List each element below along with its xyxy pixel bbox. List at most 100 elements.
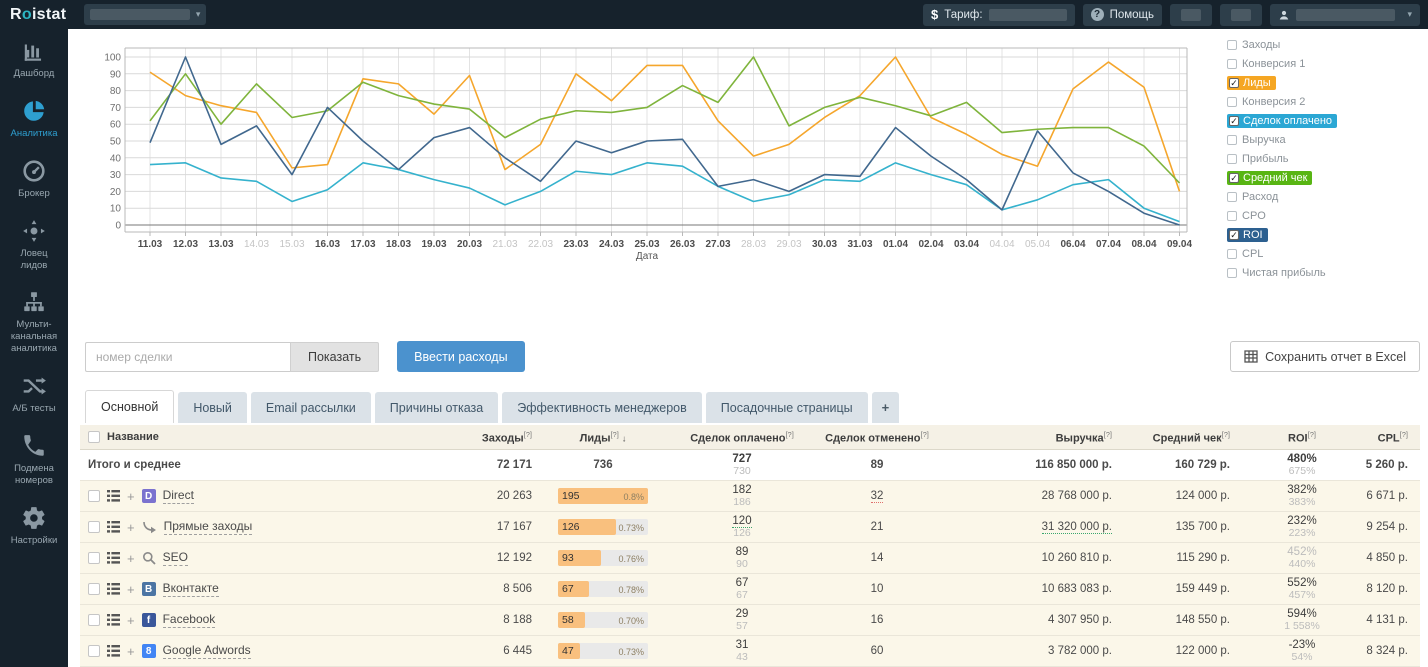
legend-checkbox[interactable] xyxy=(1227,154,1237,164)
cancelled-value: 60 xyxy=(871,645,884,657)
legend-item-Выручка[interactable]: Выручка xyxy=(1227,134,1422,146)
sidebar-item-multichannel[interactable]: Мульти- канальная аналитика xyxy=(0,280,68,364)
revenue-cell: 116 850 000 р. xyxy=(952,459,1132,471)
legend-checkbox[interactable] xyxy=(1227,192,1237,202)
legend-checkbox[interactable] xyxy=(1227,40,1237,50)
expand-row-button[interactable]: + xyxy=(127,489,135,504)
row-checkbox[interactable] xyxy=(88,552,100,564)
deal-number-input[interactable] xyxy=(85,342,290,372)
expand-row-button[interactable]: + xyxy=(127,520,135,535)
revenue-cell: 31 320 000 р. xyxy=(952,521,1132,534)
show-button[interactable]: Показать xyxy=(290,342,379,372)
row-checkbox[interactable] xyxy=(88,614,100,626)
roi: 452%440% xyxy=(1252,546,1352,569)
cpl-cell: 8 324 р. xyxy=(1352,645,1420,657)
channel-name-link[interactable]: SEO xyxy=(163,550,188,566)
legend-item-Конверсия 2[interactable]: Конверсия 2 xyxy=(1227,96,1422,108)
legend-checkbox[interactable] xyxy=(1227,135,1237,145)
tab-Эффективность менеджеров[interactable]: Эффективность менеджеров xyxy=(502,392,702,423)
legend-item-Прибыль[interactable]: Прибыль xyxy=(1227,153,1422,165)
tab-Посадочные страницы[interactable]: Посадочные страницы xyxy=(706,392,868,423)
tab-Email рассылки[interactable]: Email рассылки xyxy=(251,392,371,423)
expand-row-button[interactable]: + xyxy=(127,644,135,659)
tariff-button[interactable]: $ Тариф: xyxy=(923,4,1075,26)
cancelled-value: 14 xyxy=(871,552,884,564)
channel-name-link[interactable]: Прямые заходы xyxy=(164,519,253,535)
revenue-cell: 28 768 000 р. xyxy=(952,490,1132,502)
row-list-icon[interactable] xyxy=(107,614,120,626)
legend-item-Конверсия 1[interactable]: Конверсия 1 xyxy=(1227,58,1422,70)
legend-checkbox[interactable]: ✓ xyxy=(1229,173,1239,183)
column-header-paid[interactable]: Сделок оплачено[?] xyxy=(682,430,802,445)
legend-item-CPO[interactable]: CPO xyxy=(1227,210,1422,222)
sidebar-item-broker[interactable]: Брокер xyxy=(0,149,68,209)
row-list-icon[interactable] xyxy=(107,552,120,564)
x-axis-date-label: 20.03 xyxy=(457,239,482,250)
column-header-name[interactable]: Название xyxy=(80,431,460,443)
legend-item-Средний чек[interactable]: ✓Средний чек xyxy=(1227,172,1422,184)
expand-row-button[interactable]: + xyxy=(127,582,135,597)
sidebar-item-ab-tests[interactable]: А/Б тесты xyxy=(0,364,68,424)
legend-item-CPL[interactable]: CPL xyxy=(1227,248,1422,260)
row-checkbox[interactable] xyxy=(88,490,100,502)
leads-bar-track: 580.70% xyxy=(558,612,648,628)
column-header-visits[interactable]: Заходы[?] xyxy=(460,430,532,445)
legend-checkbox[interactable]: ✓ xyxy=(1229,230,1239,240)
channel-name-link[interactable]: Direct xyxy=(163,488,194,504)
legend-item-Расход[interactable]: Расход xyxy=(1227,191,1422,203)
sidebar-item-dashboard[interactable]: Дашборд xyxy=(0,29,68,89)
column-header-cpl[interactable]: CPL[?] xyxy=(1352,430,1420,445)
help-button[interactable]: ? Помощь xyxy=(1083,4,1162,26)
tab-Новый[interactable]: Новый xyxy=(178,392,247,423)
channel-name-link[interactable]: Вконтакте xyxy=(163,581,219,597)
row-name-cell: + Прямые заходы xyxy=(80,519,460,535)
legend-item-Лиды[interactable]: ✓Лиды xyxy=(1227,77,1422,89)
cpl-value: 9 254 р. xyxy=(1366,521,1408,533)
sidebar-item-lead-catcher[interactable]: Ловец лидов xyxy=(0,209,68,281)
toolbar-button-2[interactable] xyxy=(1220,4,1262,26)
column-header-roi[interactable]: ROI[?] xyxy=(1252,430,1352,445)
row-checkbox[interactable] xyxy=(88,645,100,657)
column-header-avg_check[interactable]: Средний чек[?] xyxy=(1132,430,1252,445)
channel-name-link[interactable]: Google Adwords xyxy=(163,643,251,659)
add-tab-button[interactable]: + xyxy=(872,392,900,423)
expand-row-button[interactable]: + xyxy=(127,613,135,628)
roi-current: 232% xyxy=(1252,515,1352,527)
row-list-icon[interactable] xyxy=(107,490,120,502)
legend-item-ROI[interactable]: ✓ROI xyxy=(1227,229,1422,241)
legend-checkbox[interactable] xyxy=(1227,249,1237,259)
legend-checkbox[interactable] xyxy=(1227,59,1237,69)
legend-checkbox[interactable]: ✓ xyxy=(1229,78,1239,88)
row-list-icon[interactable] xyxy=(107,645,120,657)
legend-item-Чистая прибыль[interactable]: Чистая прибыль xyxy=(1227,267,1422,279)
x-axis-date-label: 30.03 xyxy=(812,239,837,250)
tab-Основной[interactable]: Основной xyxy=(85,390,174,423)
legend-checkbox[interactable]: ✓ xyxy=(1229,116,1239,126)
user-menu[interactable]: ▾ xyxy=(1270,4,1420,26)
row-checkbox[interactable] xyxy=(88,583,100,595)
x-axis-date-label: 08.04 xyxy=(1131,239,1156,250)
row-list-icon[interactable] xyxy=(107,521,120,533)
sidebar-item-analytics[interactable]: Аналитика xyxy=(0,89,68,149)
enter-expenses-button[interactable]: Ввести расходы xyxy=(397,341,524,372)
expand-row-button[interactable]: + xyxy=(127,551,135,566)
sidebar-item-number-substitution[interactable]: Подмена номеров xyxy=(0,424,68,496)
legend-item-Заходы[interactable]: Заходы xyxy=(1227,39,1422,51)
sidebar-item-settings[interactable]: Настройки xyxy=(0,496,68,556)
column-header-revenue[interactable]: Выручка[?] xyxy=(952,430,1132,445)
avg-check-value: 124 000 р. xyxy=(1176,490,1230,502)
legend-checkbox[interactable] xyxy=(1227,97,1237,107)
project-selector[interactable]: ▾ xyxy=(84,4,206,25)
select-all-checkbox[interactable] xyxy=(88,431,100,443)
column-header-cancelled[interactable]: Сделок отменено[?] xyxy=(802,430,952,445)
row-checkbox[interactable] xyxy=(88,521,100,533)
legend-checkbox[interactable] xyxy=(1227,268,1237,278)
channel-name-link[interactable]: Facebook xyxy=(163,612,216,628)
toolbar-button-1[interactable] xyxy=(1170,4,1212,26)
tab-Причины отказа[interactable]: Причины отказа xyxy=(375,392,498,423)
row-list-icon[interactable] xyxy=(107,583,120,595)
legend-item-Сделок оплачено[interactable]: ✓Сделок оплачено xyxy=(1227,115,1422,127)
column-header-leads[interactable]: Лиды[?] ↓ xyxy=(532,430,682,445)
legend-checkbox[interactable] xyxy=(1227,211,1237,221)
save-excel-button[interactable]: Сохранить отчет в Excel xyxy=(1230,341,1420,372)
